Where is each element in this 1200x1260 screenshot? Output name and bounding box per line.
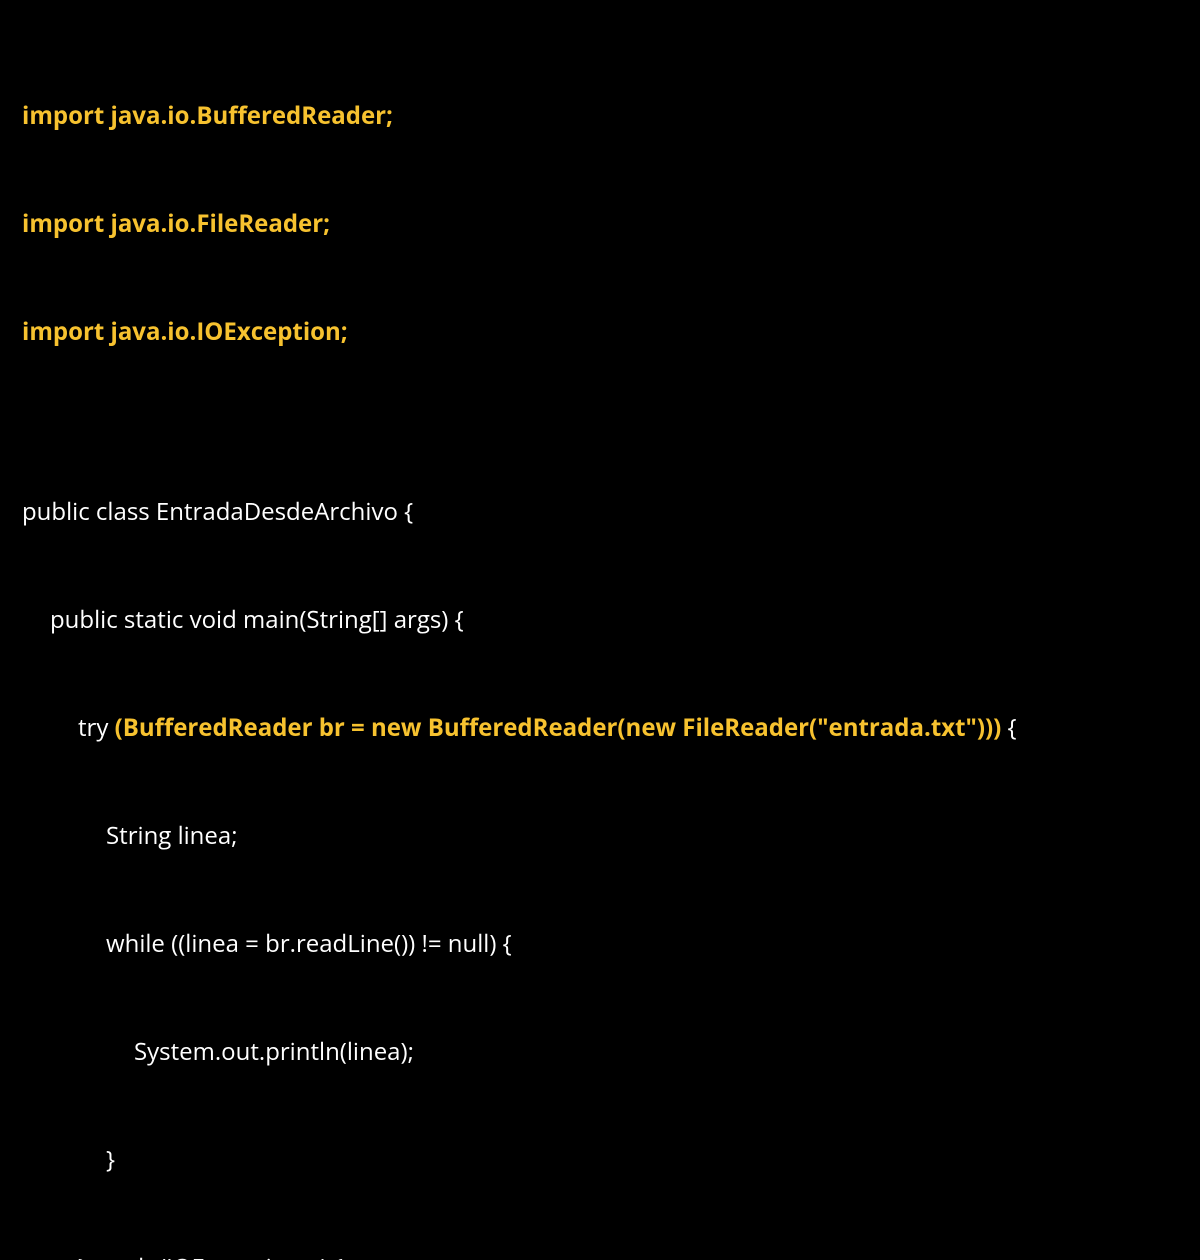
code-line-println: System.out.println(linea); <box>22 1034 1178 1070</box>
code-token-try: try <box>78 711 115 744</box>
code-line-string-decl: String linea; <box>22 818 1178 854</box>
code-token-try-brace: { <box>1001 711 1016 744</box>
code-line-try: try (BufferedReader br = new BufferedRea… <box>22 710 1178 746</box>
code-line-catch: } catch (IOException e) { <box>22 1250 1178 1260</box>
code-block: import java.io.BufferedReader; import ja… <box>22 26 1178 1260</box>
code-token-try-resource: (BufferedReader br = new BufferedReader(… <box>115 711 1002 744</box>
code-line-import-1: import java.io.BufferedReader; <box>22 98 1178 134</box>
code-line-while: while ((linea = br.readLine()) != null) … <box>22 926 1178 962</box>
code-line-while-close: } <box>22 1142 1178 1178</box>
code-line-import-2: import java.io.FileReader; <box>22 206 1178 242</box>
code-line-class-decl: public class EntradaDesdeArchivo { <box>22 494 1178 530</box>
code-line-main-decl: public static void main(String[] args) { <box>22 602 1178 638</box>
code-line-import-3: import java.io.IOException; <box>22 314 1178 350</box>
